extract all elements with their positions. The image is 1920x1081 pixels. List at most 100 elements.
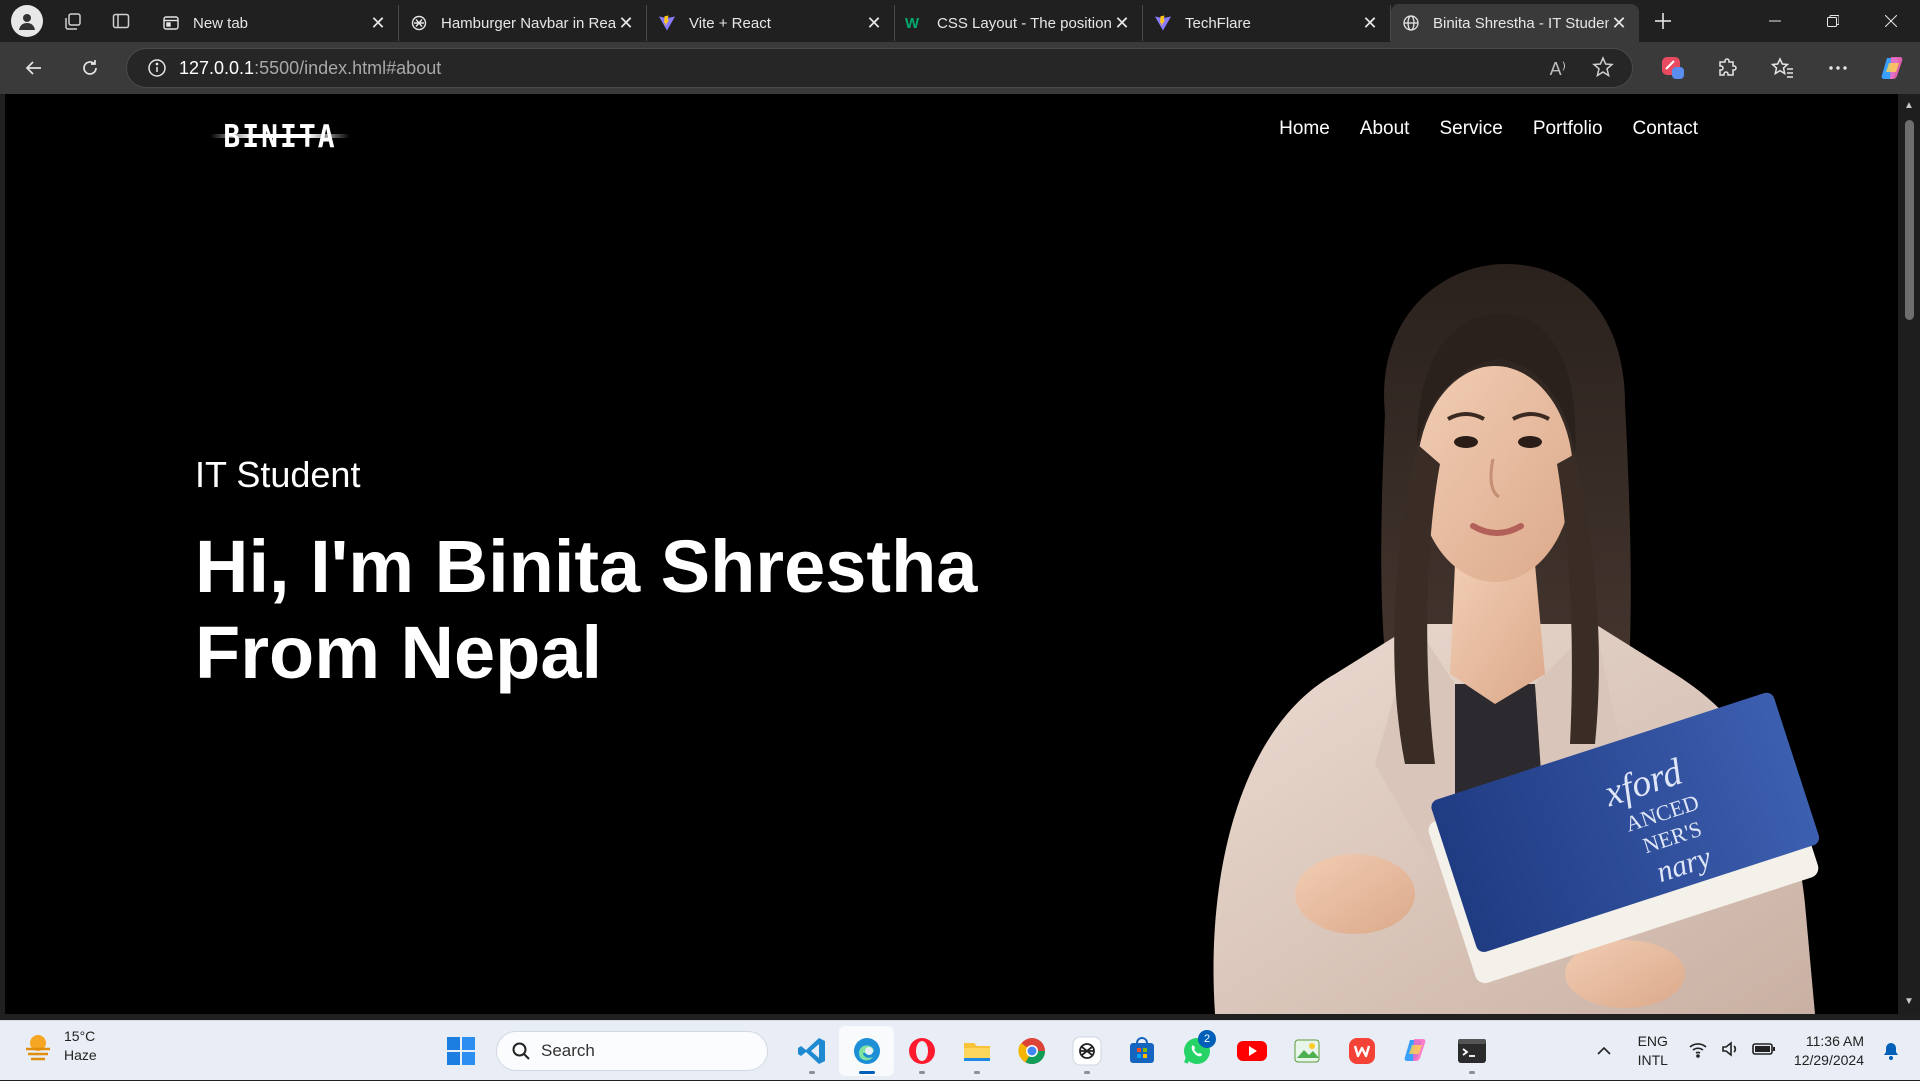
system-clock[interactable]: 11:36 AM 12/29/2024 (1794, 1032, 1864, 1070)
close-icon[interactable]: ✕ (1112, 13, 1132, 33)
search-icon (512, 1042, 530, 1060)
minimize-icon[interactable] (1746, 0, 1804, 42)
notification-badge: 2 (1198, 1030, 1216, 1048)
extensions-puzzle-icon[interactable] (1700, 48, 1755, 88)
whatsapp-icon[interactable]: 2 (1169, 1026, 1224, 1076)
close-icon[interactable]: ✕ (1360, 13, 1380, 33)
weather-desc: Haze (64, 1047, 97, 1063)
file-explorer-icon[interactable] (949, 1026, 1004, 1076)
tab-hamburger-navbar[interactable]: Hamburger Navbar in Rea ✕ (399, 5, 647, 41)
battery-icon[interactable] (1752, 1040, 1776, 1063)
tab-vite-react[interactable]: Vite + React ✕ (647, 5, 895, 41)
address-bar[interactable]: 127.0.0.1:5500/index.html#about A⁾ (126, 48, 1633, 88)
system-tray: ENG INTL 11:36 AM 12/29/2024 (1584, 1021, 1920, 1081)
close-icon[interactable]: ✕ (368, 13, 388, 33)
wps-office-icon[interactable] (1334, 1026, 1389, 1076)
browser-toolbar: 127.0.0.1:5500/index.html#about A⁾ (0, 42, 1920, 94)
browser-tab-strip: New tab ✕ Hamburger Navbar in Rea ✕ Vite… (0, 0, 1920, 42)
windows-taskbar: 15°C Haze Search 2 ENG INTL 11:36 AM 12/… (0, 1020, 1920, 1080)
site-info-icon[interactable] (135, 58, 179, 78)
back-arrow-icon[interactable] (12, 48, 56, 88)
scroll-down-arrow-icon[interactable]: ▼ (1903, 996, 1915, 1008)
tab-title: TechFlare (1185, 14, 1251, 32)
site-logo[interactable]: BINITA (210, 118, 350, 154)
weather-widget[interactable]: 15°C Haze (22, 1027, 97, 1065)
nav-link-home[interactable]: Home (1279, 118, 1330, 140)
language-indicator[interactable]: ENG INTL (1638, 1032, 1668, 1070)
taskbar-search[interactable]: Search (496, 1031, 768, 1071)
profile-button[interactable] (9, 3, 45, 39)
windows-start-icon[interactable] (440, 1030, 482, 1072)
refresh-icon[interactable] (68, 48, 112, 88)
read-aloud-icon[interactable]: A⁾ (1550, 59, 1566, 80)
hero-title-line-2: From Nepal (195, 611, 603, 694)
globe-icon (1401, 13, 1421, 33)
volume-icon[interactable] (1720, 1040, 1740, 1063)
tab-new-tab[interactable]: New tab ✕ (151, 5, 399, 41)
copilot-app-icon[interactable] (1389, 1026, 1444, 1076)
vscode-icon[interactable] (784, 1026, 839, 1076)
nav-link-contact[interactable]: Contact (1633, 118, 1698, 140)
tab-title: New tab (193, 14, 249, 32)
new-tab-button[interactable] (1643, 3, 1683, 39)
nav-link-about[interactable]: About (1360, 118, 1410, 140)
photos-icon[interactable] (1279, 1026, 1334, 1076)
terminal-icon[interactable] (1444, 1026, 1499, 1076)
svg-text:W: W (905, 15, 920, 32)
close-icon[interactable]: ✕ (864, 13, 884, 33)
more-options-icon[interactable] (1810, 48, 1865, 88)
lang-line-2: INTL (1637, 1052, 1668, 1068)
close-icon[interactable]: ✕ (1609, 13, 1629, 33)
vite-icon (657, 13, 677, 33)
microsoft-store-icon[interactable] (1114, 1026, 1169, 1076)
hero-title-line-1: Hi, I'm Binita Shrestha (195, 525, 978, 608)
page-scrollbar[interactable]: ▲ ▼ (1898, 94, 1920, 1014)
hero-title: Hi, I'm Binita Shrestha From Nepal (195, 524, 1095, 696)
url-host: 127.0.0.1 (179, 57, 255, 78)
opera-icon[interactable] (894, 1026, 949, 1076)
chevron-up-icon[interactable] (1584, 1046, 1624, 1056)
nav-link-portfolio[interactable]: Portfolio (1533, 118, 1603, 140)
scroll-up-arrow-icon[interactable]: ▲ (1903, 100, 1915, 112)
copilot-icon[interactable] (1865, 48, 1920, 88)
chatgpt-app-icon[interactable] (1059, 1026, 1114, 1076)
w3schools-icon: W (905, 13, 925, 33)
notification-bell-icon[interactable] (1876, 1041, 1906, 1061)
tab-actions-icon[interactable] (101, 3, 141, 39)
nav-link-service[interactable]: Service (1439, 118, 1502, 140)
site-nav: Home About Service Portfolio Contact (1279, 118, 1698, 140)
wifi-icon[interactable] (1688, 1040, 1708, 1063)
tab-binita-shrestha[interactable]: Binita Shrestha - IT Studen ✕ (1391, 4, 1639, 42)
search-placeholder: Search (541, 1041, 595, 1060)
workspaces-icon[interactable] (53, 3, 93, 39)
profile-icon (11, 5, 43, 37)
vite-icon (1153, 13, 1173, 33)
hero-subtitle: IT Student (195, 454, 361, 495)
tab-title: Hamburger Navbar in Rea (441, 14, 616, 32)
weather-temp: 15°C (64, 1028, 96, 1044)
logo-text: BINITA (223, 117, 337, 155)
clock-date: 12/29/2024 (1793, 1052, 1864, 1068)
favorites-icon[interactable] (1755, 48, 1810, 88)
edge-icon[interactable] (839, 1026, 894, 1076)
chrome-icon[interactable] (1004, 1026, 1059, 1076)
close-icon[interactable]: ✕ (616, 13, 636, 33)
haze-weather-icon (26, 1035, 50, 1061)
favorite-star-icon[interactable] (1592, 55, 1614, 83)
url-path: :5500/index.html#about (254, 57, 442, 78)
youtube-icon[interactable] (1224, 1026, 1279, 1076)
new-tab-icon (161, 13, 181, 33)
extension-app-icon[interactable] (1645, 48, 1700, 88)
page-viewport: BINITA Home About Service Portfolio Cont… (5, 94, 1898, 1014)
scrollbar-thumb[interactable] (1905, 120, 1914, 320)
restore-icon[interactable] (1804, 0, 1862, 42)
tab-title: Vite + React (689, 14, 771, 32)
tab-techflare[interactable]: TechFlare ✕ (1143, 5, 1391, 41)
lang-line-1: ENG (1637, 1033, 1668, 1049)
tab-css-layout[interactable]: W CSS Layout - The position ✕ (895, 5, 1143, 41)
hero-portrait-image: xford ANCED NER'S nary (1213, 264, 1820, 1014)
close-window-icon[interactable] (1862, 0, 1920, 42)
tab-title: CSS Layout - The position (937, 14, 1112, 32)
chatgpt-icon (409, 13, 429, 33)
tab-title: Binita Shrestha - IT Studen (1433, 14, 1609, 32)
